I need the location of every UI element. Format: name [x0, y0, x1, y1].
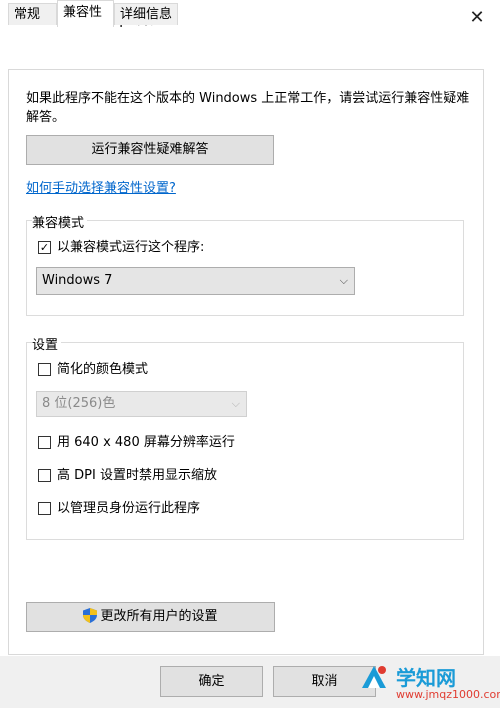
watermark-logo-icon [362, 666, 386, 688]
color-mode-select: 8 位(256)色 ⌵ [36, 391, 247, 417]
res-640-checkbox[interactable] [38, 436, 51, 449]
res-640-label: 用 640 x 480 屏幕分辨率运行 [57, 435, 235, 450]
settings-group-label: 设置 [32, 334, 62, 353]
chevron-down-icon: ⌵ [231, 397, 240, 410]
close-button[interactable]: ✕ [454, 0, 500, 36]
high-dpi-label: 高 DPI 设置时禁用显示缩放 [57, 468, 217, 483]
reduced-color-checkbox[interactable] [38, 363, 51, 376]
compat-mode-group-label: 兼容模式 [32, 212, 88, 231]
reduced-color-label: 简化的颜色模式 [57, 362, 149, 377]
watermark-url: www.jmqz1000.com [396, 688, 500, 701]
ok-button[interactable]: 确定 [160, 666, 263, 697]
tab-label: 常规 [14, 7, 41, 22]
run-admin-label: 以管理员身份运行此程序 [57, 501, 201, 516]
color-mode-selected: 8 位(256)色 [42, 396, 116, 411]
compat-mode-checkbox-label: 以兼容模式运行这个程序: [57, 240, 205, 255]
uac-shield-icon [83, 608, 98, 623]
manual-compat-link[interactable]: 如何手动选择兼容性设置? [26, 177, 176, 196]
change-all-users-button[interactable]: 更改所有用户的设置 [26, 602, 275, 632]
tab-compatibility[interactable]: 兼容性 [57, 0, 114, 27]
run-admin-checkbox[interactable] [38, 502, 51, 515]
os-version-selected: Windows 7 [42, 273, 113, 288]
tab-label: 兼容性 [63, 5, 103, 20]
tab-details[interactable]: 详细信息 [114, 3, 178, 25]
tab-general[interactable]: 常规 [8, 3, 57, 25]
close-icon: ✕ [469, 7, 485, 28]
watermark: 学知网 www.jmqz1000.com [356, 658, 500, 708]
change-all-users-label: 更改所有用户的设置 [100, 609, 218, 624]
os-version-select[interactable]: Windows 7 ⌵ [36, 267, 355, 295]
check-icon: ✓ [39, 241, 50, 254]
compat-mode-checkbox[interactable]: ✓ [38, 241, 51, 254]
high-dpi-checkbox[interactable] [38, 469, 51, 482]
run-troubleshooter-button[interactable]: 运行兼容性疑难解答 [26, 135, 274, 165]
watermark-text: 学知网 [396, 666, 456, 690]
tab-label: 详细信息 [120, 7, 173, 22]
compat-description: 如果此程序不能在这个版本的 Windows 上正常工作，请尝试运行兼容性疑难解答… [26, 91, 470, 125]
chevron-down-icon: ⌵ [339, 274, 348, 287]
